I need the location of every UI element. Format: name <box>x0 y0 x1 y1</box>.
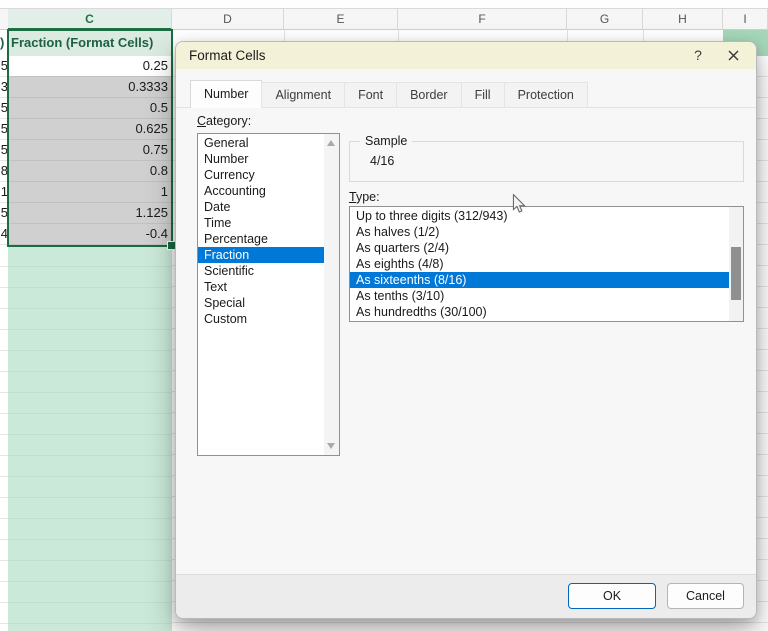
scroll-down-icon[interactable] <box>327 443 335 449</box>
cell-B-partial[interactable]: 3 <box>0 77 8 98</box>
type-item[interactable]: As tenths (3/10) <box>350 288 729 304</box>
cell-B1-partial[interactable]: ) <box>0 30 8 56</box>
close-button[interactable] <box>719 42 747 69</box>
column-header-I[interactable]: I <box>723 9 768 30</box>
category-item[interactable]: Scientific <box>198 263 324 279</box>
category-item[interactable]: Accounting <box>198 183 324 199</box>
type-item[interactable]: As quarters (2/4) <box>350 240 729 256</box>
category-item[interactable]: Date <box>198 199 324 215</box>
cell-C-value[interactable]: 0.8 <box>8 161 172 182</box>
sample-value: 4/16 <box>370 154 395 168</box>
type-scrollbar[interactable] <box>729 207 743 321</box>
category-item[interactable]: Number <box>198 151 324 167</box>
category-item[interactable]: Special <box>198 295 324 311</box>
cell-B-partial[interactable]: 5 <box>0 56 8 77</box>
cell-B-partial[interactable]: 5 <box>0 98 8 119</box>
cell-B-partial[interactable]: 5 <box>0 119 8 140</box>
cell-C-value[interactable]: 0.75 <box>8 140 172 161</box>
cell-B-partial[interactable]: 1 <box>0 182 8 203</box>
tab-alignment[interactable]: Alignment <box>261 82 346 108</box>
cell-B-partial[interactable]: 5 <box>0 203 8 224</box>
cell-C-value[interactable]: 1 <box>8 182 172 203</box>
column-header-H[interactable]: H <box>643 9 723 30</box>
category-item[interactable]: Currency <box>198 167 324 183</box>
type-item[interactable]: Up to three digits (312/943) <box>350 208 729 224</box>
cancel-button[interactable]: Cancel <box>667 583 744 609</box>
cell-C1-header[interactable]: Fraction (Format Cells) <box>8 30 172 56</box>
formula-bar-bottom-strip <box>0 0 768 8</box>
cell-C-value[interactable]: 0.5 <box>8 98 172 119</box>
type-item[interactable]: As hundredths (30/100) <box>350 304 729 320</box>
table-row: 4 -0.4 <box>0 224 172 245</box>
cell-C-value[interactable]: 0.25 <box>8 56 172 77</box>
column-b-empty-rows[interactable] <box>0 246 8 631</box>
table-row: 3 0.3333 <box>0 77 172 98</box>
cell-C-value[interactable]: 1.125 <box>8 203 172 224</box>
dialog-title: Format Cells <box>189 48 266 63</box>
table-row: 5 0.5 <box>0 98 172 119</box>
category-item[interactable]: Text <box>198 279 324 295</box>
dialog-titlebar[interactable]: Format Cells ? <box>176 42 756 69</box>
close-icon <box>728 50 738 61</box>
table-row: 5 0.75 <box>0 140 172 161</box>
column-c-green-fill[interactable] <box>8 246 172 631</box>
table-row: 5 0.625 <box>0 119 172 140</box>
dialog-footer: OK Cancel <box>176 574 756 618</box>
column-header-F[interactable]: F <box>398 9 567 30</box>
column-header-G[interactable]: G <box>567 9 643 30</box>
table-row: 11 <box>0 182 172 203</box>
category-item[interactable]: General <box>198 135 324 151</box>
cell-B-partial[interactable]: 5 <box>0 140 8 161</box>
type-item[interactable]: As halves (1/2) <box>350 224 729 240</box>
type-label: Type: <box>349 190 380 204</box>
cell-B-partial[interactable]: 4 <box>0 224 8 245</box>
table-row: 5 1.125 <box>0 203 172 224</box>
sample-label: Sample <box>360 134 413 148</box>
fill-handle[interactable] <box>168 242 175 249</box>
scroll-up-icon[interactable] <box>327 140 335 146</box>
column-header-E[interactable]: E <box>284 9 398 30</box>
type-item[interactable]: As eighths (4/8) <box>350 256 729 272</box>
category-listbox[interactable]: General Number Currency Accounting Date Time P… <box>197 133 340 456</box>
type-item[interactable]: As sixteenths (8/16) <box>350 272 729 288</box>
category-scrollbar[interactable] <box>324 134 339 455</box>
tab-fill[interactable]: Fill <box>460 82 505 108</box>
help-button[interactable]: ? <box>687 42 709 69</box>
tab-number[interactable]: Number <box>190 80 263 108</box>
type-scrollbar-thumb[interactable] <box>731 247 741 300</box>
category-item[interactable]: Percentage <box>198 231 324 247</box>
tab-font[interactable]: Font <box>344 82 398 108</box>
column-header-C[interactable]: C <box>8 9 172 30</box>
ok-button[interactable]: OK <box>568 583 656 609</box>
tab-border[interactable]: Border <box>396 82 462 108</box>
tab-protection[interactable]: Protection <box>503 82 588 108</box>
category-item[interactable]: Time <box>198 215 324 231</box>
cell-C-value[interactable]: 0.625 <box>8 119 172 140</box>
cell-B-partial[interactable]: 8 <box>0 161 8 182</box>
column-header-strip: CDEFGHI <box>0 8 768 30</box>
category-label: Category: <box>197 114 252 128</box>
cell-C-value[interactable]: 0.3333 <box>8 77 172 98</box>
cell-C-value[interactable]: -0.4 <box>8 224 172 245</box>
sample-groupbox: Sample 4/16 <box>349 134 744 182</box>
category-item[interactable]: Custom <box>198 311 324 327</box>
table-row: 5 0.25 <box>0 56 172 77</box>
type-listbox[interactable]: Up to three digits (312/943) As halves (1… <box>349 206 744 322</box>
table-row: 8 0.8 <box>0 161 172 182</box>
category-item[interactable]: Fraction <box>198 247 324 263</box>
format-cells-dialog: Format Cells ? Number Alignment Font Border… <box>175 41 757 619</box>
tab-strip: Number Alignment Font Border Fill Protection <box>190 80 588 108</box>
column-header-D[interactable]: D <box>172 9 284 30</box>
